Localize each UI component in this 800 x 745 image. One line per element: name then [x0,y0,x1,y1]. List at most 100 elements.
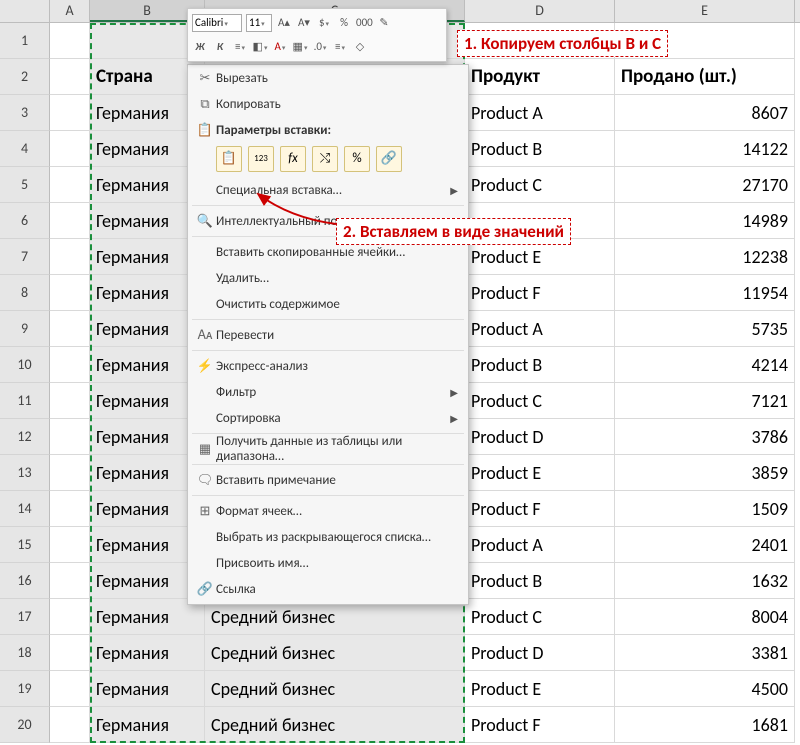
row-header[interactable]: 7 [0,239,50,275]
row-header[interactable]: 4 [0,131,50,167]
row-header[interactable]: 2 [0,59,50,95]
menu-pick-from-list[interactable]: Выбрать из раскрывающегося списка… [188,524,468,550]
cell[interactable]: Product B [465,347,615,383]
cell[interactable]: Product F [465,275,615,311]
cell[interactable]: Product C [465,383,615,419]
cell[interactable] [50,59,90,95]
cell[interactable]: 1509 [615,491,795,527]
fill-color-icon[interactable]: ◧ [252,39,268,55]
cell[interactable]: 12238 [615,239,795,275]
cell[interactable]: 2401 [615,527,795,563]
cell[interactable]: Product C [465,167,615,203]
cell[interactable]: Средний бизнес [205,635,465,671]
cell[interactable]: Product C [465,599,615,635]
paste-transpose-icon[interactable]: ⤭ [312,146,338,172]
cell[interactable] [50,671,90,707]
cell[interactable] [50,311,90,347]
cell[interactable]: 8607 [615,95,795,131]
cell[interactable]: 3859 [615,455,795,491]
cell[interactable] [50,563,90,599]
menu-quick-analysis[interactable]: ⚡ Экспресс-анализ [188,353,468,379]
row-header[interactable]: 15 [0,527,50,563]
cell[interactable]: Product B [465,563,615,599]
menu-link[interactable]: 🔗 Ссылка [188,576,468,602]
row-header[interactable]: 1 [0,23,50,59]
font-size-select[interactable]: 11 [246,14,272,32]
cell[interactable] [50,707,90,743]
paste-default-icon[interactable]: 📋 [216,146,242,172]
menu-delete[interactable]: Удалить… [188,265,468,291]
cell[interactable]: Product F [465,491,615,527]
clear-format-icon[interactable]: ◇ [352,39,368,55]
row-header[interactable]: 3 [0,95,50,131]
cell[interactable] [50,275,90,311]
cell[interactable] [50,95,90,131]
menu-get-data[interactable]: ▦ Получить данные из таблицы или диапазо… [188,436,468,462]
row-header[interactable]: 8 [0,275,50,311]
cell[interactable] [50,419,90,455]
row-header[interactable]: 10 [0,347,50,383]
cell[interactable] [50,383,90,419]
cell[interactable] [50,599,90,635]
font-name-select[interactable]: Calibri [192,14,242,32]
format-painter-icon[interactable]: ✎ [376,15,392,31]
menu-copy[interactable]: ⧉ Копировать [188,91,468,117]
cell[interactable] [50,131,90,167]
menu-cut[interactable]: ✂ Вырезать [188,65,468,91]
cell[interactable]: 4500 [615,671,795,707]
decrease-font-icon[interactable]: A▾ [296,15,312,31]
cell[interactable]: Product B [465,131,615,167]
cell[interactable]: Средний бизнес [205,671,465,707]
cell[interactable]: Product E [465,455,615,491]
paste-link-icon[interactable]: 🔗 [376,146,402,172]
cell[interactable]: Германия [90,707,205,743]
menu-paste-special[interactable]: Специальная вставка… ▶ [188,177,468,203]
cell[interactable]: Средний бизнес [205,707,465,743]
row-header[interactable]: 9 [0,311,50,347]
menu-insert-comment[interactable]: 🗨 Вставить примечание [188,467,468,493]
cell[interactable]: 11954 [615,275,795,311]
paste-values-icon[interactable]: 123 [248,146,274,172]
row-header[interactable]: 17 [0,599,50,635]
cell[interactable]: Германия [90,671,205,707]
cell[interactable]: 8004 [615,599,795,635]
percent-format-icon[interactable]: % [336,15,352,31]
font-color-icon[interactable]: A [272,39,288,55]
cell[interactable]: Продукт [465,59,615,95]
italic-button[interactable]: К [212,39,228,55]
bold-button[interactable]: Ж [192,39,208,55]
cell[interactable]: 7121 [615,383,795,419]
cell[interactable] [50,239,90,275]
cell[interactable] [50,203,90,239]
cell[interactable]: 27170 [615,167,795,203]
comma-format-icon[interactable]: 000 [356,15,372,31]
cell[interactable]: 1681 [615,707,795,743]
cell[interactable] [50,491,90,527]
cell[interactable]: 4214 [615,347,795,383]
row-header[interactable]: 16 [0,563,50,599]
cell[interactable]: Product F [465,707,615,743]
cell[interactable] [50,167,90,203]
cell[interactable] [50,23,90,59]
select-all-corner[interactable] [0,0,50,22]
row-header[interactable]: 12 [0,419,50,455]
cell[interactable]: 3381 [615,635,795,671]
cell[interactable]: Product D [465,419,615,455]
cell[interactable] [50,635,90,671]
cell[interactable]: Product E [465,671,615,707]
row-header[interactable]: 11 [0,383,50,419]
cell[interactable]: 3786 [615,419,795,455]
col-header-d[interactable]: D [465,0,615,22]
row-header[interactable]: 14 [0,491,50,527]
cell[interactable]: 5735 [615,311,795,347]
cell[interactable]: 1632 [615,563,795,599]
merge-icon[interactable]: ≡ [332,39,348,55]
cell[interactable] [50,347,90,383]
accounting-format-icon[interactable]: $ [316,15,332,31]
row-header[interactable]: 19 [0,671,50,707]
menu-clear-contents[interactable]: Очистить содержимое [188,291,468,317]
row-header[interactable]: 20 [0,707,50,743]
row-header[interactable]: 13 [0,455,50,491]
col-header-a[interactable]: A [50,0,90,22]
col-header-e[interactable]: E [615,0,795,22]
